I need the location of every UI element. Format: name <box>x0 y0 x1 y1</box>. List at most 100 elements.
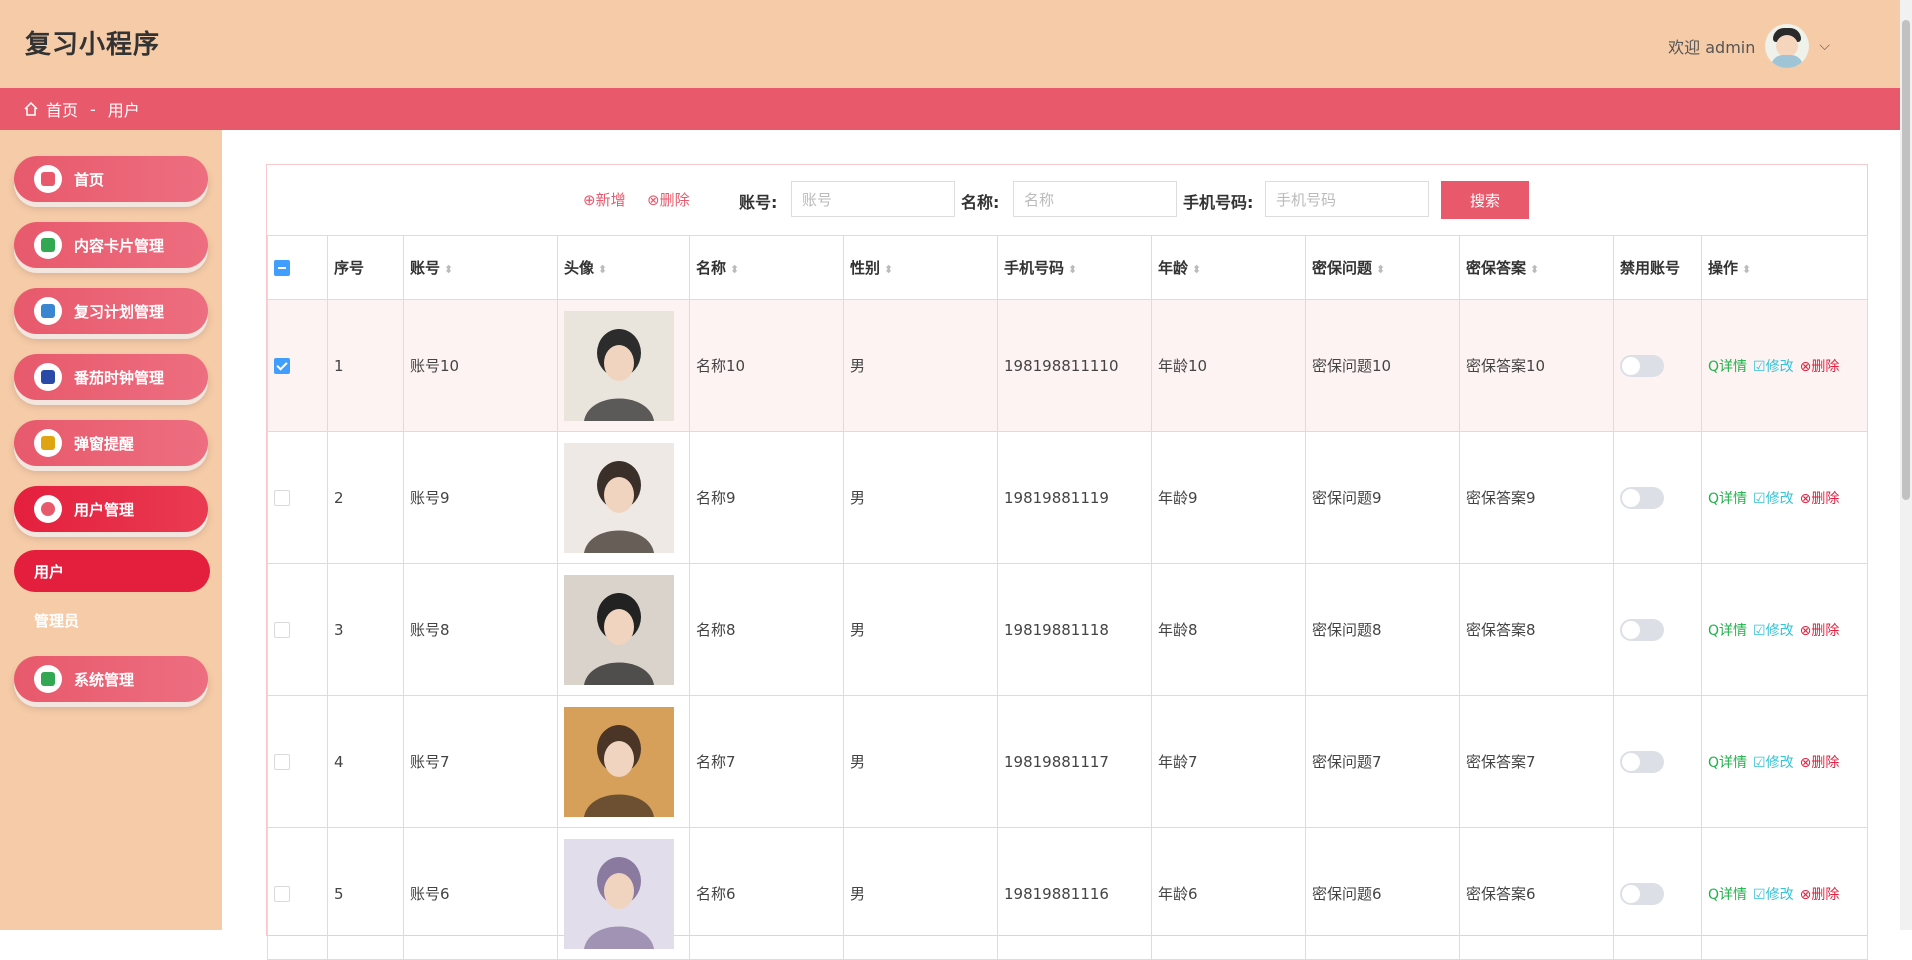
avatar[interactable] <box>1765 24 1810 68</box>
select-all-cell <box>267 235 328 300</box>
cell-security-question: 密保问题9 <box>1305 431 1460 564</box>
avatar-photo[interactable] <box>564 838 674 949</box>
delete-row-button[interactable]: ⊗删除 <box>1800 755 1840 771</box>
sidebar-item-pomodoro[interactable]: 番茄时钟管理 <box>14 354 208 400</box>
sidebar-item-label: 番茄时钟管理 <box>74 368 165 387</box>
detail-button[interactable]: Q详情 <box>1708 359 1747 375</box>
table-row[interactable]: 3 账号8 名称8 男 19819881118 年龄8 密保问题8 密保答案8 … <box>267 563 1868 696</box>
row-select-cell <box>267 431 328 564</box>
select-all-checkbox[interactable] <box>274 260 290 276</box>
cell-disable-toggle <box>1613 695 1702 828</box>
cell-account: 账号7 <box>403 695 558 828</box>
table-row[interactable]: 4 账号7 名称7 男 19819881117 年龄7 密保问题7 密保答案7 … <box>267 695 1868 828</box>
home-icon <box>34 165 62 193</box>
avatar-photo[interactable] <box>564 706 674 817</box>
sidebar-item-label: 弹窗提醒 <box>74 434 135 453</box>
col-header-account[interactable]: 账号 ⬍ <box>403 235 558 300</box>
scroll-thumb[interactable] <box>1902 20 1910 500</box>
row-checkbox[interactable] <box>274 886 290 902</box>
avatar-photo[interactable] <box>564 442 674 553</box>
cell-gender: 男 <box>843 563 998 696</box>
disable-account-toggle[interactable] <box>1620 618 1664 641</box>
detail-button[interactable]: Q详情 <box>1708 887 1747 903</box>
user-icon <box>34 495 62 523</box>
phone-input[interactable]: 手机号码 <box>1265 181 1429 217</box>
building-icon <box>34 297 62 325</box>
sidebar-subitem-admins[interactable]: 管理员 <box>34 610 79 631</box>
detail-button[interactable]: Q详情 <box>1708 623 1747 639</box>
name-input[interactable]: 名称 <box>1013 181 1177 217</box>
cell-seq: 2 <box>327 431 404 564</box>
edit-button[interactable]: ☑修改 <box>1753 623 1794 639</box>
col-header-avatar[interactable]: 头像 ⬍ <box>557 235 690 300</box>
home-icon[interactable] <box>24 102 38 116</box>
col-header-gender[interactable]: 性别 ⬍ <box>843 235 998 300</box>
sidebar-item-user-management[interactable]: 用户管理 <box>14 486 208 532</box>
cell-age: 年龄6 <box>1151 827 1306 960</box>
sidebar-item-home[interactable]: 首页 <box>14 156 208 202</box>
sidebar-item-label: 复习计划管理 <box>74 302 165 321</box>
col-header-security-answer[interactable]: 密保答案 ⬍ <box>1459 235 1614 300</box>
col-header-name[interactable]: 名称 ⬍ <box>689 235 844 300</box>
table-row[interactable]: 2 账号9 名称9 男 19819881119 年龄9 密保问题9 密保答案9 … <box>267 431 1868 564</box>
account-input[interactable]: 账号 <box>791 181 955 217</box>
cell-phone: 198198811110 <box>997 299 1152 432</box>
name-label: 名称: <box>961 193 1000 212</box>
cell-disable-toggle <box>1613 563 1702 696</box>
col-header-actions[interactable]: 操作 ⬍ <box>1701 235 1868 300</box>
row-checkbox[interactable] <box>274 490 290 506</box>
row-checkbox[interactable] <box>274 358 290 374</box>
col-header-phone[interactable]: 手机号码 ⬍ <box>997 235 1152 300</box>
delete-button[interactable]: ⊗删除 <box>647 189 690 210</box>
cell-name: 名称8 <box>689 563 844 696</box>
stack-icon <box>34 665 62 693</box>
breadcrumb-home[interactable]: 首页 <box>46 97 78 121</box>
sidebar-item-label: 首页 <box>74 170 105 189</box>
cell-account: 账号8 <box>403 563 558 696</box>
cell-name: 名称10 <box>689 299 844 432</box>
edit-button[interactable]: ☑修改 <box>1753 359 1794 375</box>
cell-phone: 19819881116 <box>997 827 1152 960</box>
col-header-age[interactable]: 年龄 ⬍ <box>1151 235 1306 300</box>
table-row[interactable]: 1 账号10 名称10 男 198198811110 年龄10 密保问题10 密… <box>267 299 1868 432</box>
delete-row-button[interactable]: ⊗删除 <box>1800 359 1840 375</box>
disable-account-toggle[interactable] <box>1620 486 1664 509</box>
delete-row-button[interactable]: ⊗删除 <box>1800 491 1840 507</box>
add-button[interactable]: ⊕新增 <box>583 189 626 210</box>
cell-disable-toggle <box>1613 827 1702 960</box>
table-row[interactable]: 5 账号6 名称6 男 19819881116 年龄6 密保问题6 密保答案6 … <box>267 827 1868 960</box>
sidebar-subitem-users[interactable]: 用户 <box>14 550 210 592</box>
delete-row-button[interactable]: ⊗删除 <box>1800 623 1840 639</box>
row-checkbox[interactable] <box>274 622 290 638</box>
sidebar-item-label: 内容卡片管理 <box>74 236 165 255</box>
disable-account-toggle[interactable] <box>1620 750 1664 773</box>
disable-account-toggle[interactable] <box>1620 882 1664 905</box>
chevron-down-icon[interactable]: ⌵ <box>1819 38 1830 54</box>
edit-button[interactable]: ☑修改 <box>1753 491 1794 507</box>
cell-avatar <box>557 299 690 432</box>
page-scrollbar[interactable] <box>1900 0 1912 930</box>
edit-button[interactable]: ☑修改 <box>1753 755 1794 771</box>
cell-phone: 19819881117 <box>997 695 1152 828</box>
edit-button[interactable]: ☑修改 <box>1753 887 1794 903</box>
sidebar-item-content-cards[interactable]: 内容卡片管理 <box>14 222 208 268</box>
detail-button[interactable]: Q详情 <box>1708 491 1747 507</box>
disable-account-toggle[interactable] <box>1620 354 1664 377</box>
cell-disable-toggle <box>1613 299 1702 432</box>
sidebar-item-popup-reminder[interactable]: 弹窗提醒 <box>14 420 208 466</box>
book-icon <box>34 363 62 391</box>
detail-button[interactable]: Q详情 <box>1708 755 1747 771</box>
avatar-photo[interactable] <box>564 574 674 685</box>
cell-security-question: 密保问题7 <box>1305 695 1460 828</box>
row-checkbox[interactable] <box>274 754 290 770</box>
cell-disable-toggle <box>1613 431 1702 564</box>
cell-avatar <box>557 695 690 828</box>
delete-row-button[interactable]: ⊗删除 <box>1800 887 1840 903</box>
cell-seq: 3 <box>327 563 404 696</box>
avatar-photo[interactable] <box>564 310 674 421</box>
search-button[interactable]: 搜索 <box>1441 181 1529 219</box>
user-menu[interactable]: 欢迎 admin ⌵ <box>1668 24 1830 68</box>
col-header-security-question[interactable]: 密保问题 ⬍ <box>1305 235 1460 300</box>
sidebar-item-review-plan[interactable]: 复习计划管理 <box>14 288 208 334</box>
sidebar-item-system[interactable]: 系统管理 <box>14 656 208 702</box>
